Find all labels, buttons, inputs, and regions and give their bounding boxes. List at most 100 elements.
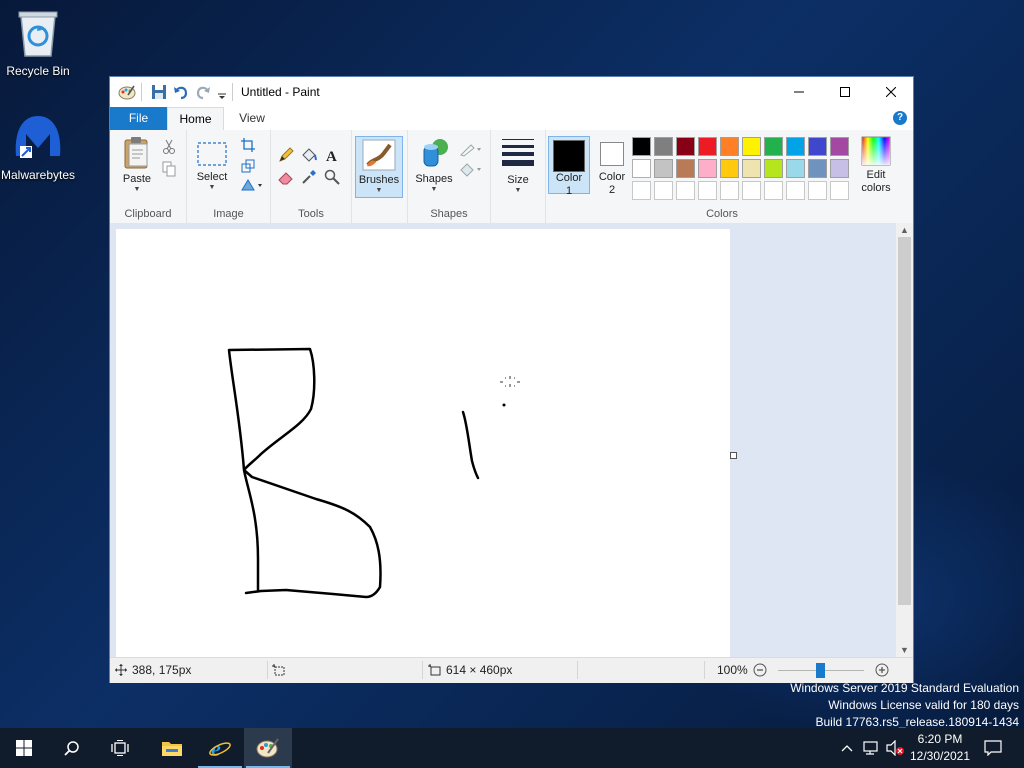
volume-button[interactable] xyxy=(883,728,907,768)
palette-swatch[interactable] xyxy=(632,159,651,178)
scroll-up-icon[interactable]: ▲ xyxy=(896,223,913,237)
canvas-size: 614 × 460px xyxy=(446,663,513,677)
taskbar-internet-explorer[interactable]: e xyxy=(196,728,244,768)
palette-swatch[interactable] xyxy=(632,137,651,156)
zoom-out-icon[interactable] xyxy=(753,663,767,677)
custom-color-slot[interactable] xyxy=(654,181,673,200)
palette-swatch[interactable] xyxy=(720,159,739,178)
tab-home[interactable]: Home xyxy=(167,107,224,131)
save-icon[interactable] xyxy=(151,83,167,101)
system-clock[interactable]: 6:20 PM 12/30/2021 xyxy=(908,731,972,765)
copy-button[interactable] xyxy=(160,160,178,178)
shapes-button[interactable]: Shapes ▼ xyxy=(414,136,454,194)
cut-button[interactable] xyxy=(160,138,178,156)
action-center-button[interactable] xyxy=(978,728,1008,768)
brushes-label: Brushes xyxy=(358,174,400,186)
redo-icon[interactable] xyxy=(195,83,211,101)
start-button[interactable] xyxy=(0,728,48,768)
palette-swatch[interactable] xyxy=(654,159,673,178)
custom-color-slot[interactable] xyxy=(764,181,783,200)
zoom-in-icon[interactable] xyxy=(875,663,889,677)
task-view-button[interactable] xyxy=(96,728,144,768)
show-hidden-icons-button[interactable] xyxy=(835,728,859,768)
drawing-strokes xyxy=(227,347,520,599)
palette-swatch[interactable] xyxy=(830,159,849,178)
scroll-down-icon[interactable]: ▼ xyxy=(896,643,913,657)
resize-button[interactable] xyxy=(239,157,257,175)
speaker-muted-icon xyxy=(886,740,904,756)
palette-swatch[interactable] xyxy=(786,159,805,178)
select-button[interactable]: Select ▼ xyxy=(193,140,231,192)
desktop-icon-malwarebytes[interactable]: Malwarebytes xyxy=(0,110,80,182)
brushes-button[interactable]: Brushes ▼ xyxy=(355,136,403,198)
palette-swatch[interactable] xyxy=(742,137,761,156)
drawing-canvas[interactable] xyxy=(116,229,730,657)
color1-button[interactable]: Color 1 xyxy=(548,136,590,197)
palette-swatch[interactable] xyxy=(676,159,695,178)
custom-color-slot[interactable] xyxy=(742,181,761,200)
close-button[interactable] xyxy=(868,77,914,107)
status-divider xyxy=(422,661,423,679)
palette-swatch[interactable] xyxy=(764,159,783,178)
color-picker-button[interactable] xyxy=(300,168,318,186)
crop-button[interactable] xyxy=(239,136,257,154)
taskbar-paint[interactable] xyxy=(244,728,292,768)
palette-swatch[interactable] xyxy=(742,159,761,178)
palette-swatch[interactable] xyxy=(720,137,739,156)
palette-swatch[interactable] xyxy=(808,137,827,156)
palette-swatch[interactable] xyxy=(830,137,849,156)
palette-swatch[interactable] xyxy=(808,159,827,178)
shapes-icon xyxy=(423,139,448,167)
canvas-resize-handle[interactable] xyxy=(730,452,737,459)
brush-icon xyxy=(362,139,396,171)
minimize-button[interactable] xyxy=(776,77,822,107)
palette-swatch[interactable] xyxy=(764,137,783,156)
fill-shape-button[interactable] xyxy=(458,160,484,178)
undo-icon[interactable] xyxy=(173,83,189,101)
custom-color-slot[interactable] xyxy=(830,181,849,200)
pencil-button[interactable] xyxy=(277,146,295,164)
help-button[interactable]: ? xyxy=(893,111,907,125)
text-button[interactable]: A xyxy=(323,146,341,164)
eraser-icon xyxy=(278,172,293,185)
zoom-slider-thumb[interactable] xyxy=(816,663,825,678)
custom-color-slot[interactable] xyxy=(786,181,805,200)
paste-button[interactable]: Paste ▼ xyxy=(116,136,158,194)
network-button[interactable] xyxy=(859,728,883,768)
taskbar-file-explorer[interactable] xyxy=(148,728,196,768)
palette-swatch[interactable] xyxy=(654,137,673,156)
desktop-icon-recycle-bin[interactable]: Recycle Bin xyxy=(0,6,80,78)
palette-swatch[interactable] xyxy=(676,137,695,156)
rotate-button[interactable] xyxy=(239,176,265,194)
paint-app-icon[interactable] xyxy=(118,83,136,101)
paste-label: Paste xyxy=(122,173,152,185)
maximize-button[interactable] xyxy=(822,77,868,107)
outline-button[interactable] xyxy=(458,140,484,158)
windows-watermark: Windows Server 2019 Standard Evaluation … xyxy=(790,680,1019,731)
size-button[interactable]: Size ▼ xyxy=(497,136,539,195)
palette-swatch[interactable] xyxy=(786,137,805,156)
custom-color-slot[interactable] xyxy=(808,181,827,200)
custom-color-slot[interactable] xyxy=(676,181,695,200)
search-button[interactable] xyxy=(48,728,96,768)
custom-color-slot[interactable] xyxy=(720,181,739,200)
fill-button[interactable] xyxy=(300,146,318,164)
vertical-scrollbar[interactable]: ▲ ▼ xyxy=(896,223,913,657)
edit-colors-button[interactable]: Edit colors xyxy=(856,136,896,195)
title-bar[interactable]: Untitled - Paint xyxy=(110,77,913,107)
palette-swatch[interactable] xyxy=(698,137,717,156)
scroll-thumb[interactable] xyxy=(898,237,911,605)
zoom-slider[interactable] xyxy=(778,663,864,678)
custom-color-slot[interactable] xyxy=(698,181,717,200)
color1-swatch xyxy=(553,140,585,172)
magnifier-button[interactable] xyxy=(323,168,341,186)
customize-qa-icon[interactable] xyxy=(217,83,227,101)
palette-swatch[interactable] xyxy=(698,159,717,178)
ribbon-tabs: File Home View ? xyxy=(110,107,913,131)
tab-file[interactable]: File xyxy=(110,107,167,130)
custom-color-slot[interactable] xyxy=(632,181,651,200)
tab-view[interactable]: View xyxy=(227,107,277,130)
selection-rect-icon xyxy=(197,142,227,166)
color2-button[interactable]: Color 2 xyxy=(592,136,632,196)
eraser-button[interactable] xyxy=(277,168,295,186)
